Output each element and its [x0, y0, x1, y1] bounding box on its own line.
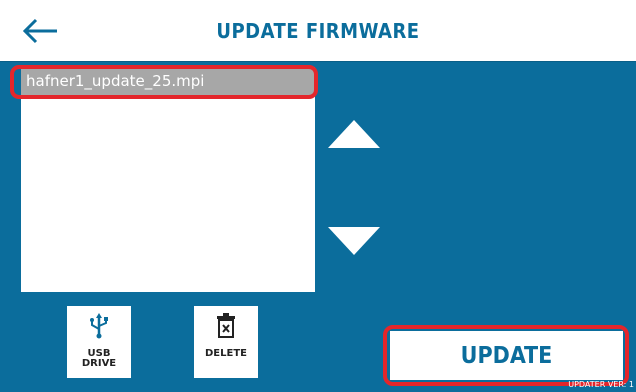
file-list[interactable]: hafner1_update_25.mpi — [21, 67, 315, 292]
usb-drive-button[interactable]: USB DRIVE — [67, 306, 131, 378]
triangle-down-icon — [328, 227, 380, 255]
delete-button[interactable]: DELETE — [194, 306, 258, 378]
update-highlight-frame — [383, 325, 629, 386]
header-bar: UPDATE FIRMWARE — [0, 0, 636, 62]
scroll-up-button[interactable] — [325, 114, 383, 154]
file-highlight-frame — [10, 65, 318, 99]
updater-version: UPDATER VER: 1 — [568, 380, 634, 389]
usb-icon — [90, 313, 108, 339]
scroll-down-button[interactable] — [325, 221, 383, 261]
back-button[interactable] — [18, 13, 64, 49]
usb-drive-label: USB DRIVE — [81, 348, 117, 369]
trash-icon — [217, 313, 235, 338]
page-title: UPDATE FIRMWARE — [216, 18, 420, 43]
triangle-up-icon — [328, 120, 380, 148]
arrow-left-icon — [22, 18, 57, 44]
delete-label: DELETE — [205, 348, 247, 359]
